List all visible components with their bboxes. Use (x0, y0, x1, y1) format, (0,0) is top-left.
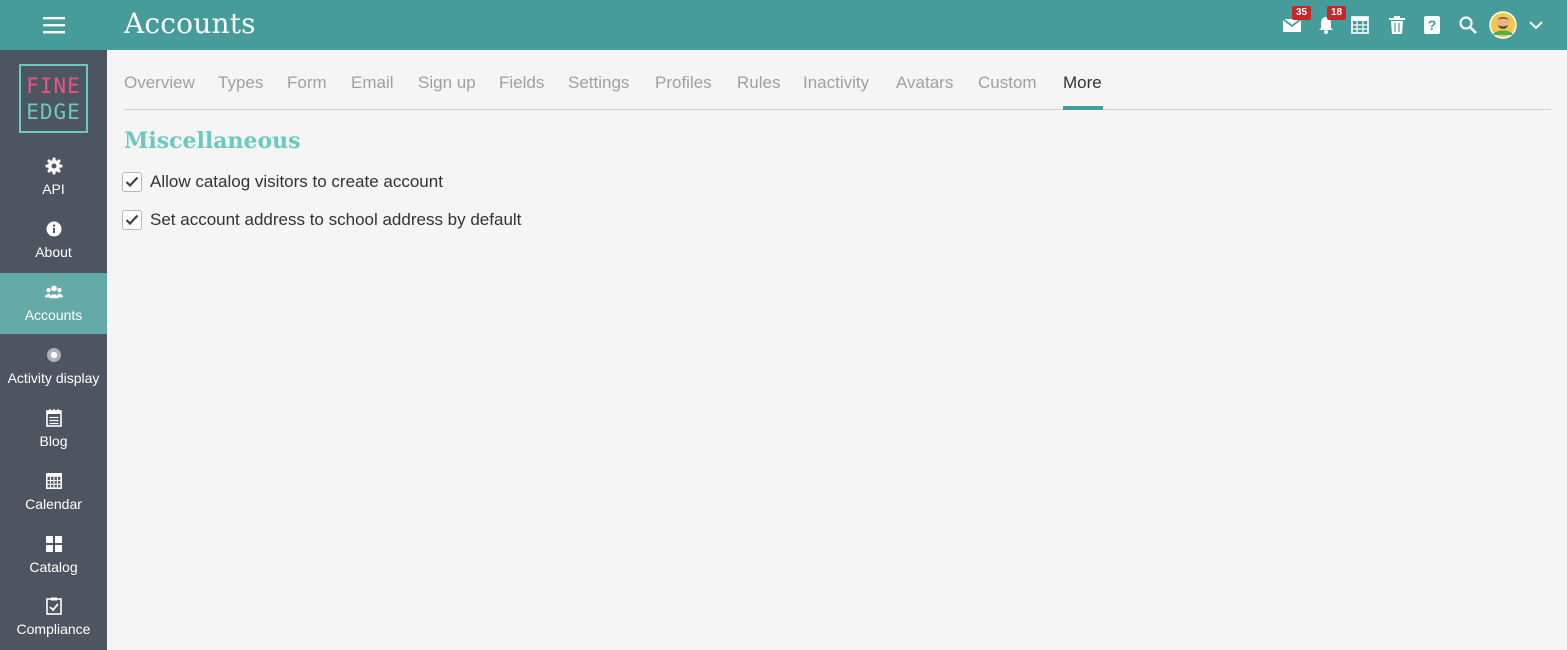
info-icon (45, 220, 63, 238)
calendar-grid-icon (1351, 16, 1369, 34)
tab-profiles[interactable]: Profiles (655, 73, 712, 93)
trash-icon (1389, 16, 1405, 34)
allow-catalog-visitors-option[interactable]: Allow catalog visitors to create account (122, 171, 443, 193)
notifications-button[interactable]: 18 (1309, 0, 1347, 50)
tab-inactivity[interactable]: Inactivity (803, 73, 869, 93)
calendar-button[interactable] (1343, 0, 1377, 50)
tab-settings[interactable]: Settings (568, 73, 629, 93)
tab-types[interactable]: Types (218, 73, 263, 93)
grid-icon (45, 535, 63, 553)
sidebar-item-catalog[interactable]: Catalog (0, 525, 107, 586)
users-icon (44, 283, 63, 301)
account-address-default-label: Set account address to school address by… (150, 210, 522, 229)
help-icon: ? (1424, 16, 1440, 34)
sidebar-item-label: API (42, 181, 65, 197)
user-menu-toggle[interactable] (1519, 0, 1553, 50)
user-avatar-button[interactable] (1486, 0, 1520, 50)
logo-line-1: FINE (26, 73, 81, 98)
tab-custom[interactable]: Custom (978, 73, 1037, 93)
help-button[interactable]: ? (1415, 0, 1449, 50)
menu-toggle-button[interactable] (0, 0, 107, 50)
clipboard-check-icon (45, 597, 63, 615)
logo[interactable]: FINE EDGE (19, 64, 88, 133)
logo-line-2: EDGE (26, 99, 81, 124)
notepad-icon (45, 409, 63, 427)
active-tab-indicator (1063, 106, 1103, 110)
svg-text:?: ? (1428, 17, 1437, 33)
sidebar: FINE EDGE API About Accounts Activity di… (0, 50, 107, 650)
gear-icon (45, 157, 63, 175)
sidebar-item-label: Activity display (7, 370, 100, 386)
search-button[interactable] (1451, 0, 1485, 50)
trash-button[interactable] (1380, 0, 1414, 50)
sidebar-item-calendar[interactable]: Calendar (0, 462, 107, 523)
sidebar-item-label: Catalog (29, 559, 78, 575)
tab-rules[interactable]: Rules (737, 73, 780, 93)
sidebar-item-accounts[interactable]: Accounts (0, 273, 107, 334)
hamburger-icon (42, 17, 65, 34)
sidebar-item-label: Calendar (25, 496, 82, 512)
messages-button[interactable]: 35 (1275, 0, 1312, 50)
chevron-down-icon (1529, 20, 1543, 29)
checkmark-icon (125, 214, 139, 226)
account-address-default-checkbox[interactable] (122, 210, 142, 230)
sidebar-item-blog[interactable]: Blog (0, 399, 107, 460)
sidebar-item-label: About (35, 244, 72, 260)
sidebar-item-activity-display[interactable]: Activity display (0, 336, 107, 397)
tab-more[interactable]: More (1063, 73, 1102, 93)
sidebar-item-compliance[interactable]: Compliance (0, 587, 107, 648)
sidebar-item-label: Blog (39, 433, 68, 449)
allow-catalog-visitors-checkbox[interactable] (122, 172, 142, 192)
page-title: Accounts (124, 7, 256, 40)
section-title: Miscellaneous (124, 128, 301, 154)
account-address-default-option[interactable]: Set account address to school address by… (122, 209, 521, 231)
sidebar-item-about[interactable]: About (0, 210, 107, 271)
sidebar-item-label: Compliance (16, 621, 91, 637)
radio-dot-icon (45, 346, 63, 364)
allow-catalog-visitors-label: Allow catalog visitors to create account (150, 172, 443, 191)
tab-overview[interactable]: Overview (124, 73, 195, 93)
tab-avatars[interactable]: Avatars (896, 73, 953, 93)
sidebar-item-api[interactable]: API (0, 147, 107, 208)
checkmark-icon (125, 176, 139, 188)
top-bar: Accounts 35 18 ? (0, 0, 1567, 50)
search-icon (1459, 16, 1477, 34)
calendar-icon (45, 472, 63, 490)
tab-form[interactable]: Form (287, 73, 327, 93)
tab-sign-up[interactable]: Sign up (418, 73, 476, 93)
sidebar-item-label: Accounts (24, 307, 83, 323)
tab-email[interactable]: Email (351, 73, 394, 93)
tab-fields[interactable]: Fields (499, 73, 544, 93)
avatar (1489, 11, 1517, 39)
tab-bar: Overview Types Form Email Sign up Fields… (124, 50, 1551, 110)
